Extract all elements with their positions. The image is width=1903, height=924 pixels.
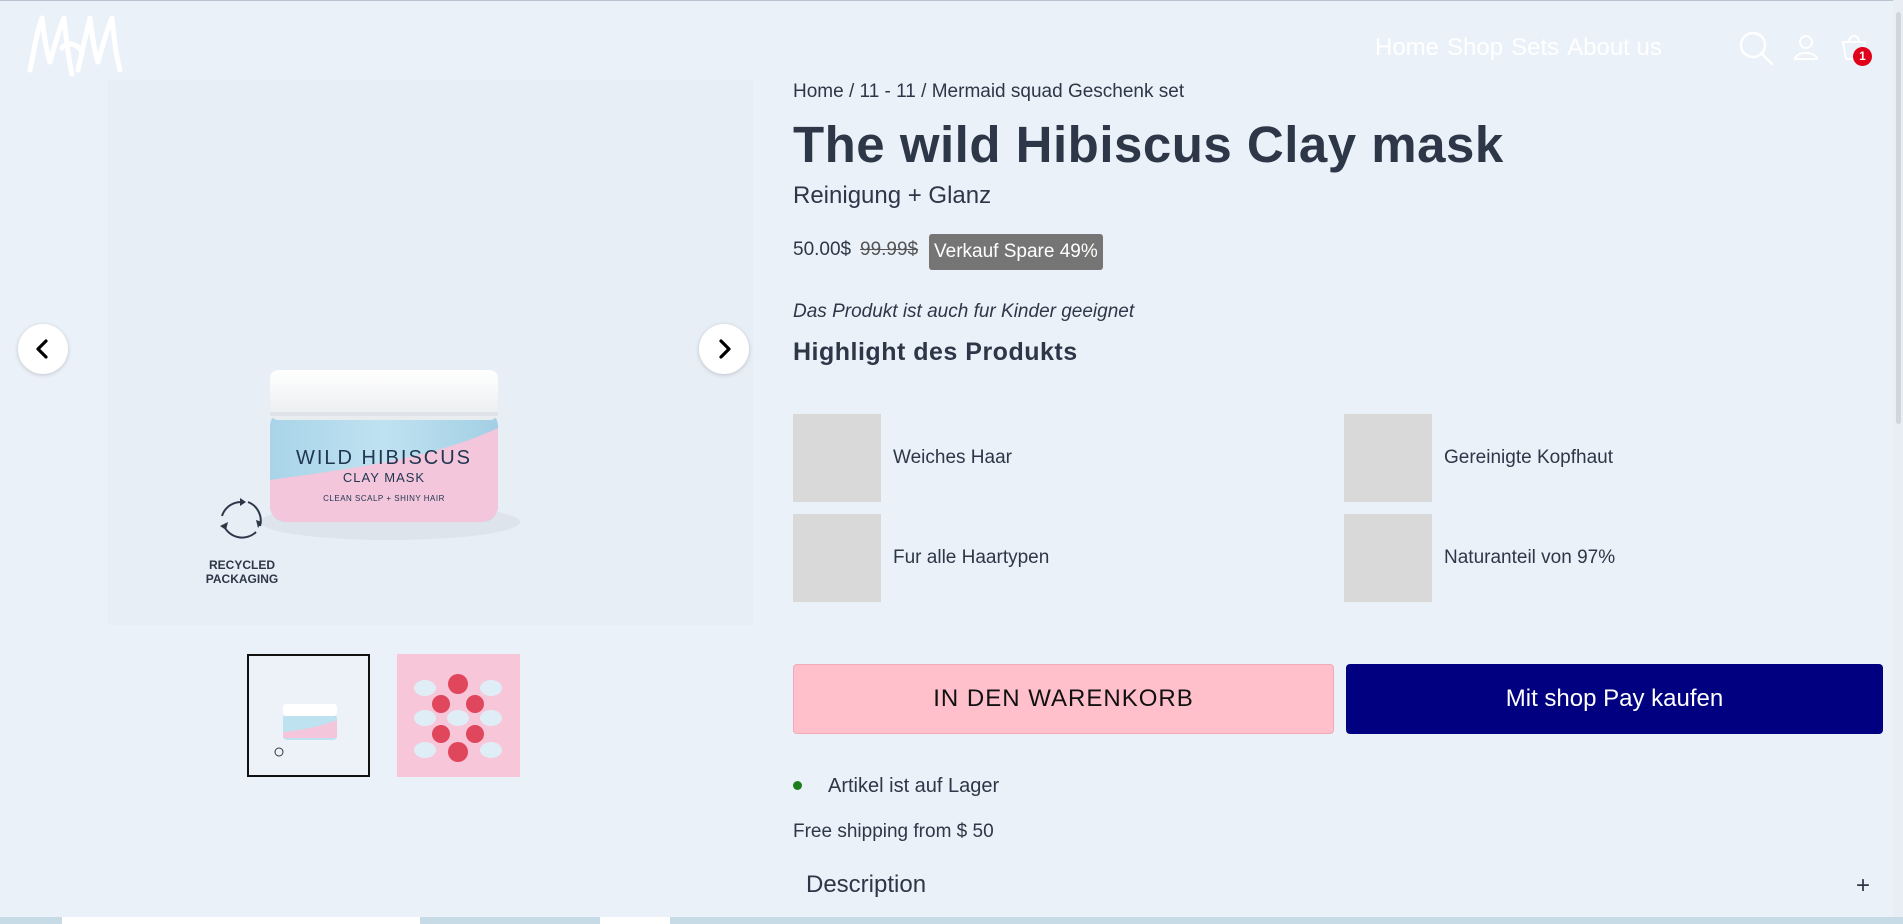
jar-label-line1: WILD HIBISCUS — [296, 447, 472, 469]
in-stock-indicator — [793, 781, 802, 790]
description-toggle[interactable]: Description — [806, 871, 926, 899]
gallery-prev-button[interactable] — [18, 324, 68, 374]
product-title: The wild Hibiscus Clay mask — [793, 116, 1504, 173]
add-to-cart-button[interactable]: IN DEN WARENKORB — [793, 664, 1334, 734]
stock-status: Artikel ist auf Lager — [828, 775, 1000, 797]
highlight-icon-placeholder — [1344, 514, 1432, 602]
thumbnail-flatlay[interactable] — [397, 654, 520, 777]
brand-logo[interactable] — [26, 12, 124, 82]
product-jar-image: WILD HIBISCUS CLAY MASK CLEAN SCALP + SH… — [206, 370, 520, 586]
recycled-label-line1: RECYCLED — [209, 558, 275, 572]
highlight-clean-scalp: Gereinigte Kopfhaut — [1444, 447, 1614, 468]
sale-badge: Verkauf Spare 49% — [929, 234, 1103, 270]
recycled-label-line2: PACKAGING — [206, 572, 278, 586]
bottom-strip-segment — [62, 917, 420, 924]
scrollbar-thumb[interactable] — [1896, 12, 1901, 424]
thumbnail-flatlay-image — [414, 674, 502, 762]
current-price: 50.00$ — [793, 239, 852, 260]
breadcrumb-separator: / — [843, 81, 860, 102]
breadcrumb-home[interactable]: Home — [793, 81, 844, 102]
chevron-left-icon — [36, 339, 48, 359]
nav-shop[interactable]: Shop — [1447, 34, 1503, 62]
thumbnail-jar[interactable] — [247, 654, 370, 777]
highlight-icon-placeholder — [793, 514, 881, 602]
kids-suitable-note: Das Produkt ist auch fur Kinder geeignet — [793, 301, 1135, 322]
gallery-next-button[interactable] — [699, 324, 749, 374]
compare-at-price: 99.99$ — [860, 239, 919, 260]
nav-home[interactable]: Home — [1375, 34, 1439, 62]
nav-about-us[interactable]: About us — [1567, 34, 1662, 62]
bottom-strip — [0, 917, 1903, 924]
jar-label-line3: CLEAN SCALP + SHINY HAIR — [323, 494, 445, 503]
main-nav: Home Shop Sets About us — [1375, 34, 1662, 62]
top-border — [0, 0, 1903, 1]
bottom-strip-segment — [600, 917, 670, 924]
breadcrumb-collection[interactable]: 11 - 11 — [860, 81, 916, 102]
breadcrumb-separator: / — [915, 81, 932, 102]
user-icon[interactable] — [1793, 33, 1819, 61]
highlight-icon-placeholder — [793, 414, 881, 502]
product-subtitle: Reinigung + Glanz — [793, 182, 992, 209]
nav-sets[interactable]: Sets — [1511, 34, 1559, 62]
shop-pay-button[interactable]: Mit shop Pay kaufen — [1346, 664, 1883, 734]
highlight-soft-hair: Weiches Haar — [893, 447, 1012, 468]
recycle-icon — [220, 498, 262, 539]
highlight-all-hair-types: Fur alle Haartypen — [893, 547, 1050, 568]
highlights-heading: Highlight des Produkts — [793, 338, 1078, 366]
shipping-note: Free shipping from $ 50 — [793, 821, 994, 842]
chevron-right-icon — [719, 339, 731, 359]
plus-icon[interactable]: + — [1856, 872, 1870, 900]
cart-count-badge: 1 — [1853, 47, 1872, 66]
jar-label-line2: CLAY MASK — [343, 470, 425, 485]
search-icon[interactable] — [1738, 30, 1774, 66]
breadcrumb-current[interactable]: Mermaid squad Geschenk set — [932, 81, 1184, 102]
breadcrumb: Home / 11 - 11 / Mermaid squad Geschenk … — [793, 81, 1184, 103]
highlight-icon-placeholder — [1344, 414, 1432, 502]
thumbnail-jar-image — [274, 704, 337, 757]
highlight-natural-share: Naturanteil von 97% — [1444, 547, 1616, 568]
